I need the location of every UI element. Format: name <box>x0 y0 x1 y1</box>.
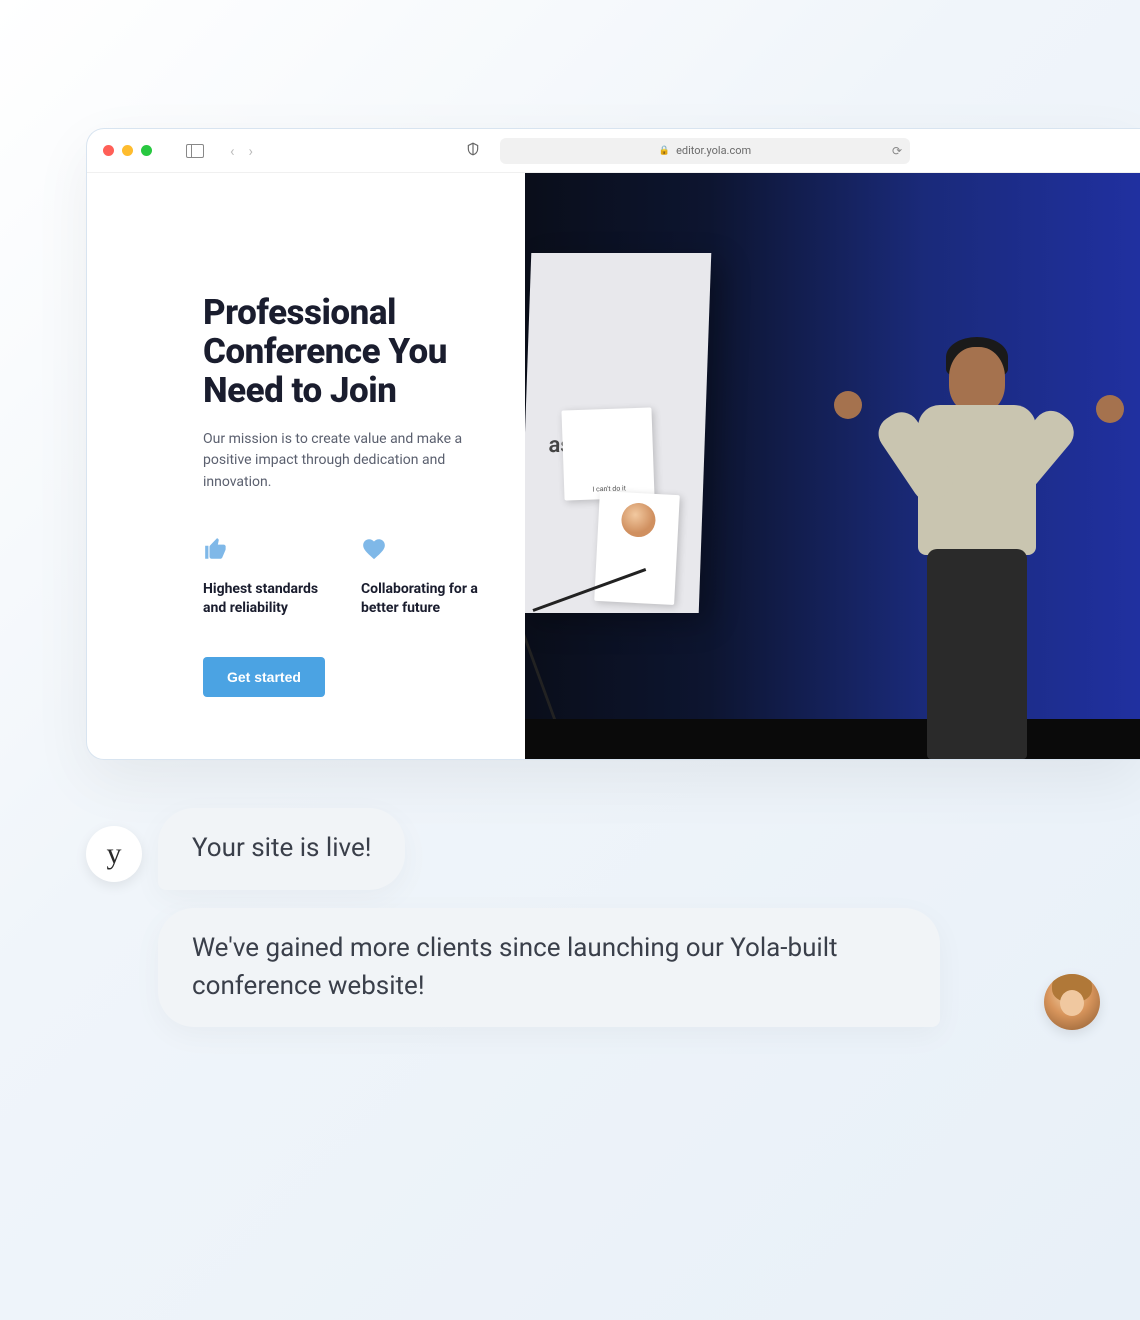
stage-railing <box>533 609 653 719</box>
site-preview: Professional Conference You Need to Join… <box>87 173 1140 759</box>
maximize-window-button[interactable] <box>141 145 152 156</box>
slide-photo-note: I can't do it <box>561 407 654 500</box>
user-avatar <box>1044 974 1100 1030</box>
hero-image: ase I can't do it <box>525 173 1140 759</box>
refresh-icon[interactable]: ⟳ <box>892 144 902 158</box>
close-window-button[interactable] <box>103 145 114 156</box>
feature-collaboration: Collaborating for a better future <box>361 536 491 619</box>
yola-avatar-letter: y <box>107 837 122 871</box>
minimize-window-button[interactable] <box>122 145 133 156</box>
url-text: editor.yola.com <box>676 144 751 157</box>
lock-icon: 🔒 <box>659 146 670 156</box>
privacy-shield-icon[interactable] <box>466 141 480 160</box>
chat-bubble-user: We've gained more clients since launchin… <box>158 908 940 1027</box>
hero-title: Professional Conference You Need to Join <box>203 293 495 411</box>
yola-avatar: y <box>86 826 142 882</box>
speaker-figure <box>882 319 1072 759</box>
thumb-up-icon <box>203 536 333 566</box>
sidebar-toggle-icon[interactable] <box>186 144 204 158</box>
back-button[interactable]: ‹ <box>230 142 235 160</box>
chat-bubble-system: Your site is live! <box>158 808 405 890</box>
hero-description: Our mission is to create value and make … <box>203 429 463 494</box>
feature-row: Highest standards and reliability Collab… <box>203 536 495 619</box>
url-bar[interactable]: 🔒 editor.yola.com ⟳ <box>500 138 910 164</box>
hero-section: Professional Conference You Need to Join… <box>87 173 525 759</box>
heart-icon <box>361 536 491 566</box>
forward-button[interactable]: › <box>249 142 254 160</box>
traffic-lights <box>103 145 152 156</box>
browser-window: ‹ › 🔒 editor.yola.com ⟳ Professional Con… <box>86 128 1140 760</box>
chat-message-2: We've gained more clients since launchin… <box>192 933 838 1001</box>
slide-photo-portrait <box>594 491 680 605</box>
chat-message-1: Your site is live! <box>192 833 371 863</box>
get-started-button[interactable]: Get started <box>203 657 325 697</box>
feature-label: Highest standards and reliability <box>203 580 333 619</box>
feature-standards: Highest standards and reliability <box>203 536 333 619</box>
nav-arrows: ‹ › <box>230 142 253 160</box>
browser-chrome: ‹ › 🔒 editor.yola.com ⟳ <box>87 129 1140 173</box>
feature-label: Collaborating for a better future <box>361 580 491 619</box>
